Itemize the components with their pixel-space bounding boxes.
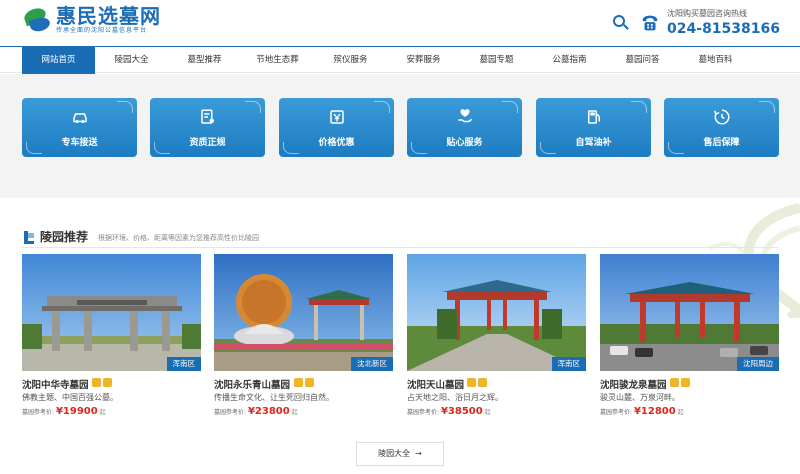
site-subtitle: 传承全面的沈阳公墓信息平台 bbox=[56, 27, 148, 34]
hotline-label: 沈阳购买墓园咨询热线 bbox=[667, 9, 748, 18]
arrow-right-icon: → bbox=[412, 449, 422, 458]
cemetery-card[interactable]: 沈北新区 沈阳永乐青山墓园 传播生命文化、让生死回归自然。 墓园参考价: ¥23… bbox=[214, 254, 393, 420]
section-header: 陵园推荐 根据环境、价格、距离等因素为您推荐高性价比陵园 bbox=[22, 228, 259, 245]
price-label: 墓园参考价: bbox=[407, 409, 440, 416]
car-icon bbox=[72, 113, 87, 123]
region-badge: 沈北新区 bbox=[351, 357, 393, 371]
section-title: 陵园推荐 bbox=[40, 230, 89, 244]
price-unit: 起 bbox=[677, 409, 684, 416]
logo-leaf-icon bbox=[22, 5, 52, 35]
service-label: 贴心服务 bbox=[446, 138, 483, 148]
price-unit: 起 bbox=[99, 409, 106, 416]
hotline-number[interactable]: 024-81538166 bbox=[667, 20, 780, 38]
recommend-badge-icon bbox=[305, 378, 314, 387]
price-label: 墓园参考价: bbox=[600, 409, 633, 416]
region-badge: 浑南区 bbox=[551, 357, 586, 371]
nav-item-burial-service[interactable]: 安葬服务 bbox=[387, 47, 460, 74]
price-value: ¥12800 bbox=[633, 406, 676, 417]
hot-badge-icon bbox=[294, 378, 303, 387]
service-car-pickup[interactable]: 专车接送 bbox=[22, 98, 137, 157]
view-all-label: 陵园大全 bbox=[378, 449, 411, 458]
price-label: 墓园参考价: bbox=[214, 409, 247, 416]
nav-item-tomb-types[interactable]: 墓型推荐 bbox=[168, 47, 241, 74]
certificate-icon bbox=[200, 109, 214, 124]
main-nav: 网站首页 陵园大全 墓型推荐 节地生态葬 殡仪服务 安葬服务 墓园专题 公墓指南… bbox=[0, 46, 800, 74]
section-desc: 根据环境、价格、距离等因素为您推荐高性价比陵园 bbox=[98, 234, 260, 242]
site-title: 惠民选墓网 bbox=[56, 4, 161, 28]
hot-badge-icon bbox=[670, 378, 679, 387]
service-price[interactable]: 价格优惠 bbox=[279, 98, 394, 157]
recommend-badge-icon bbox=[681, 378, 690, 387]
region-badge: 浑南区 bbox=[166, 357, 201, 371]
cemetery-photo[interactable] bbox=[22, 254, 201, 371]
view-all-cemeteries-button[interactable]: 陵园大全 → bbox=[356, 442, 444, 466]
cemetery-photo[interactable] bbox=[214, 254, 393, 371]
service-label: 售后保障 bbox=[703, 138, 740, 148]
site-header: 惠民选墓网 传承全面的沈阳公墓信息平台 沈阳购买墓园咨询热线 024-81538… bbox=[0, 0, 800, 46]
cemetery-name[interactable]: 沈阳骏龙泉墓园 bbox=[600, 377, 667, 391]
hot-badge-icon bbox=[92, 378, 101, 387]
nav-item-funeral-service[interactable]: 殡仪服务 bbox=[314, 47, 387, 74]
cemetery-card[interactable]: 浑南区 沈阳中华寺墓园 佛教主题、中国百强公墓。 墓园参考价: ¥19900 起 bbox=[22, 254, 201, 420]
phone-icon bbox=[642, 15, 658, 31]
nav-item-eco-burial[interactable]: 节地生态葬 bbox=[241, 47, 314, 74]
price-unit: 起 bbox=[484, 409, 491, 416]
nav-item-cemeteries[interactable]: 陵园大全 bbox=[95, 47, 168, 74]
cemetery-desc: 传播生命文化、让生死回归自然。 bbox=[214, 393, 334, 402]
price-unit: 起 bbox=[291, 409, 298, 416]
nav-item-topics[interactable]: 墓园专题 bbox=[460, 47, 533, 74]
refresh-shield-icon bbox=[713, 109, 730, 125]
service-label: 自驾油补 bbox=[575, 138, 612, 148]
search-icon[interactable] bbox=[613, 15, 629, 31]
service-label: 价格优惠 bbox=[318, 138, 355, 148]
cemetery-name[interactable]: 沈阳天山墓园 bbox=[407, 377, 464, 391]
nav-item-home[interactable]: 网站首页 bbox=[22, 47, 95, 74]
service-care[interactable]: 贴心服务 bbox=[407, 98, 522, 157]
service-qualification[interactable]: 资质正规 bbox=[150, 98, 265, 157]
nav-item-encyclopedia[interactable]: 墓地百科 bbox=[679, 47, 752, 74]
cemetery-desc: 骏灵山麓、万泉河畔。 bbox=[600, 393, 680, 402]
cemetery-photo[interactable] bbox=[407, 254, 586, 371]
site-logo[interactable]: 惠民选墓网 传承全面的沈阳公墓信息平台 bbox=[22, 5, 161, 35]
service-label: 专车接送 bbox=[61, 138, 98, 148]
price-value: ¥38500 bbox=[440, 406, 483, 417]
nav-item-qa[interactable]: 墓园问答 bbox=[606, 47, 679, 74]
service-aftersales[interactable]: 售后保障 bbox=[664, 98, 779, 157]
cemetery-card[interactable]: 沈阳周边 沈阳骏龙泉墓园 骏灵山麓、万泉河畔。 墓园参考价: ¥12800 起 bbox=[600, 254, 779, 420]
price-label: 墓园参考价: bbox=[22, 409, 55, 416]
service-fuel[interactable]: 自驾油补 bbox=[536, 98, 651, 157]
services-band: 专车接送 资质正规 价格优惠 贴心服务 自驾油补 售后保障 bbox=[0, 74, 800, 198]
cemetery-name[interactable]: 沈阳永乐青山墓园 bbox=[214, 377, 290, 391]
cemetery-photo[interactable] bbox=[600, 254, 779, 371]
recommend-badge-icon bbox=[103, 378, 112, 387]
nav-item-guide[interactable]: 公墓指南 bbox=[533, 47, 606, 74]
section-divider bbox=[22, 247, 778, 248]
price-value: ¥19900 bbox=[55, 406, 98, 417]
region-badge: 沈阳周边 bbox=[737, 357, 779, 371]
heart-hand-icon bbox=[457, 109, 472, 123]
person-marker-icon bbox=[24, 230, 34, 244]
price-tag-icon bbox=[329, 110, 344, 124]
recommend-badge-icon bbox=[478, 378, 487, 387]
cemetery-name[interactable]: 沈阳中华寺墓园 bbox=[22, 377, 89, 391]
cemetery-desc: 占天地之阳、浴日月之辉。 bbox=[407, 393, 503, 402]
hot-badge-icon bbox=[467, 378, 476, 387]
cemetery-card[interactable]: 浑南区 沈阳天山墓园 占天地之阳、浴日月之辉。 墓园参考价: ¥38500 起 bbox=[407, 254, 586, 420]
cemetery-desc: 佛教主题、中国百强公墓。 bbox=[22, 393, 118, 402]
fuel-pump-icon bbox=[587, 110, 600, 124]
price-value: ¥23800 bbox=[247, 406, 290, 417]
service-label: 资质正规 bbox=[189, 138, 226, 148]
